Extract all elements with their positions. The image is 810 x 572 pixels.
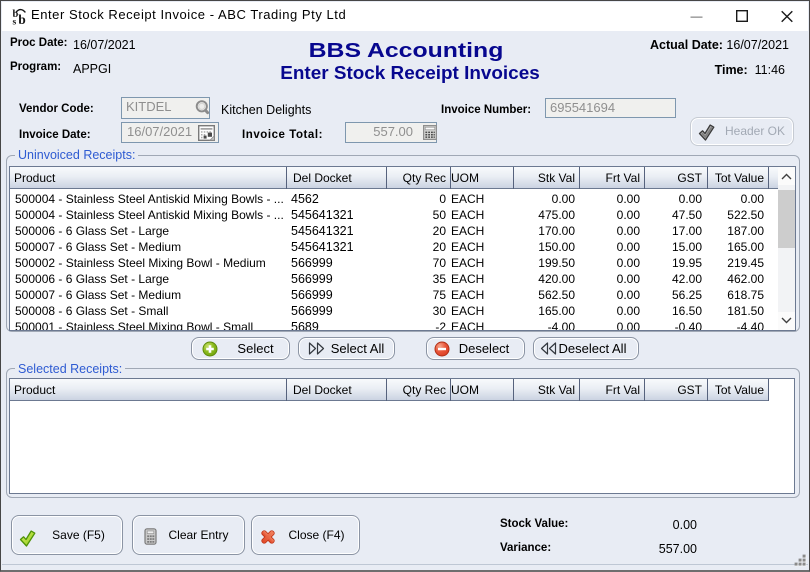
svg-text:b: b bbox=[18, 12, 26, 25]
svg-text:s: s bbox=[13, 17, 17, 25]
